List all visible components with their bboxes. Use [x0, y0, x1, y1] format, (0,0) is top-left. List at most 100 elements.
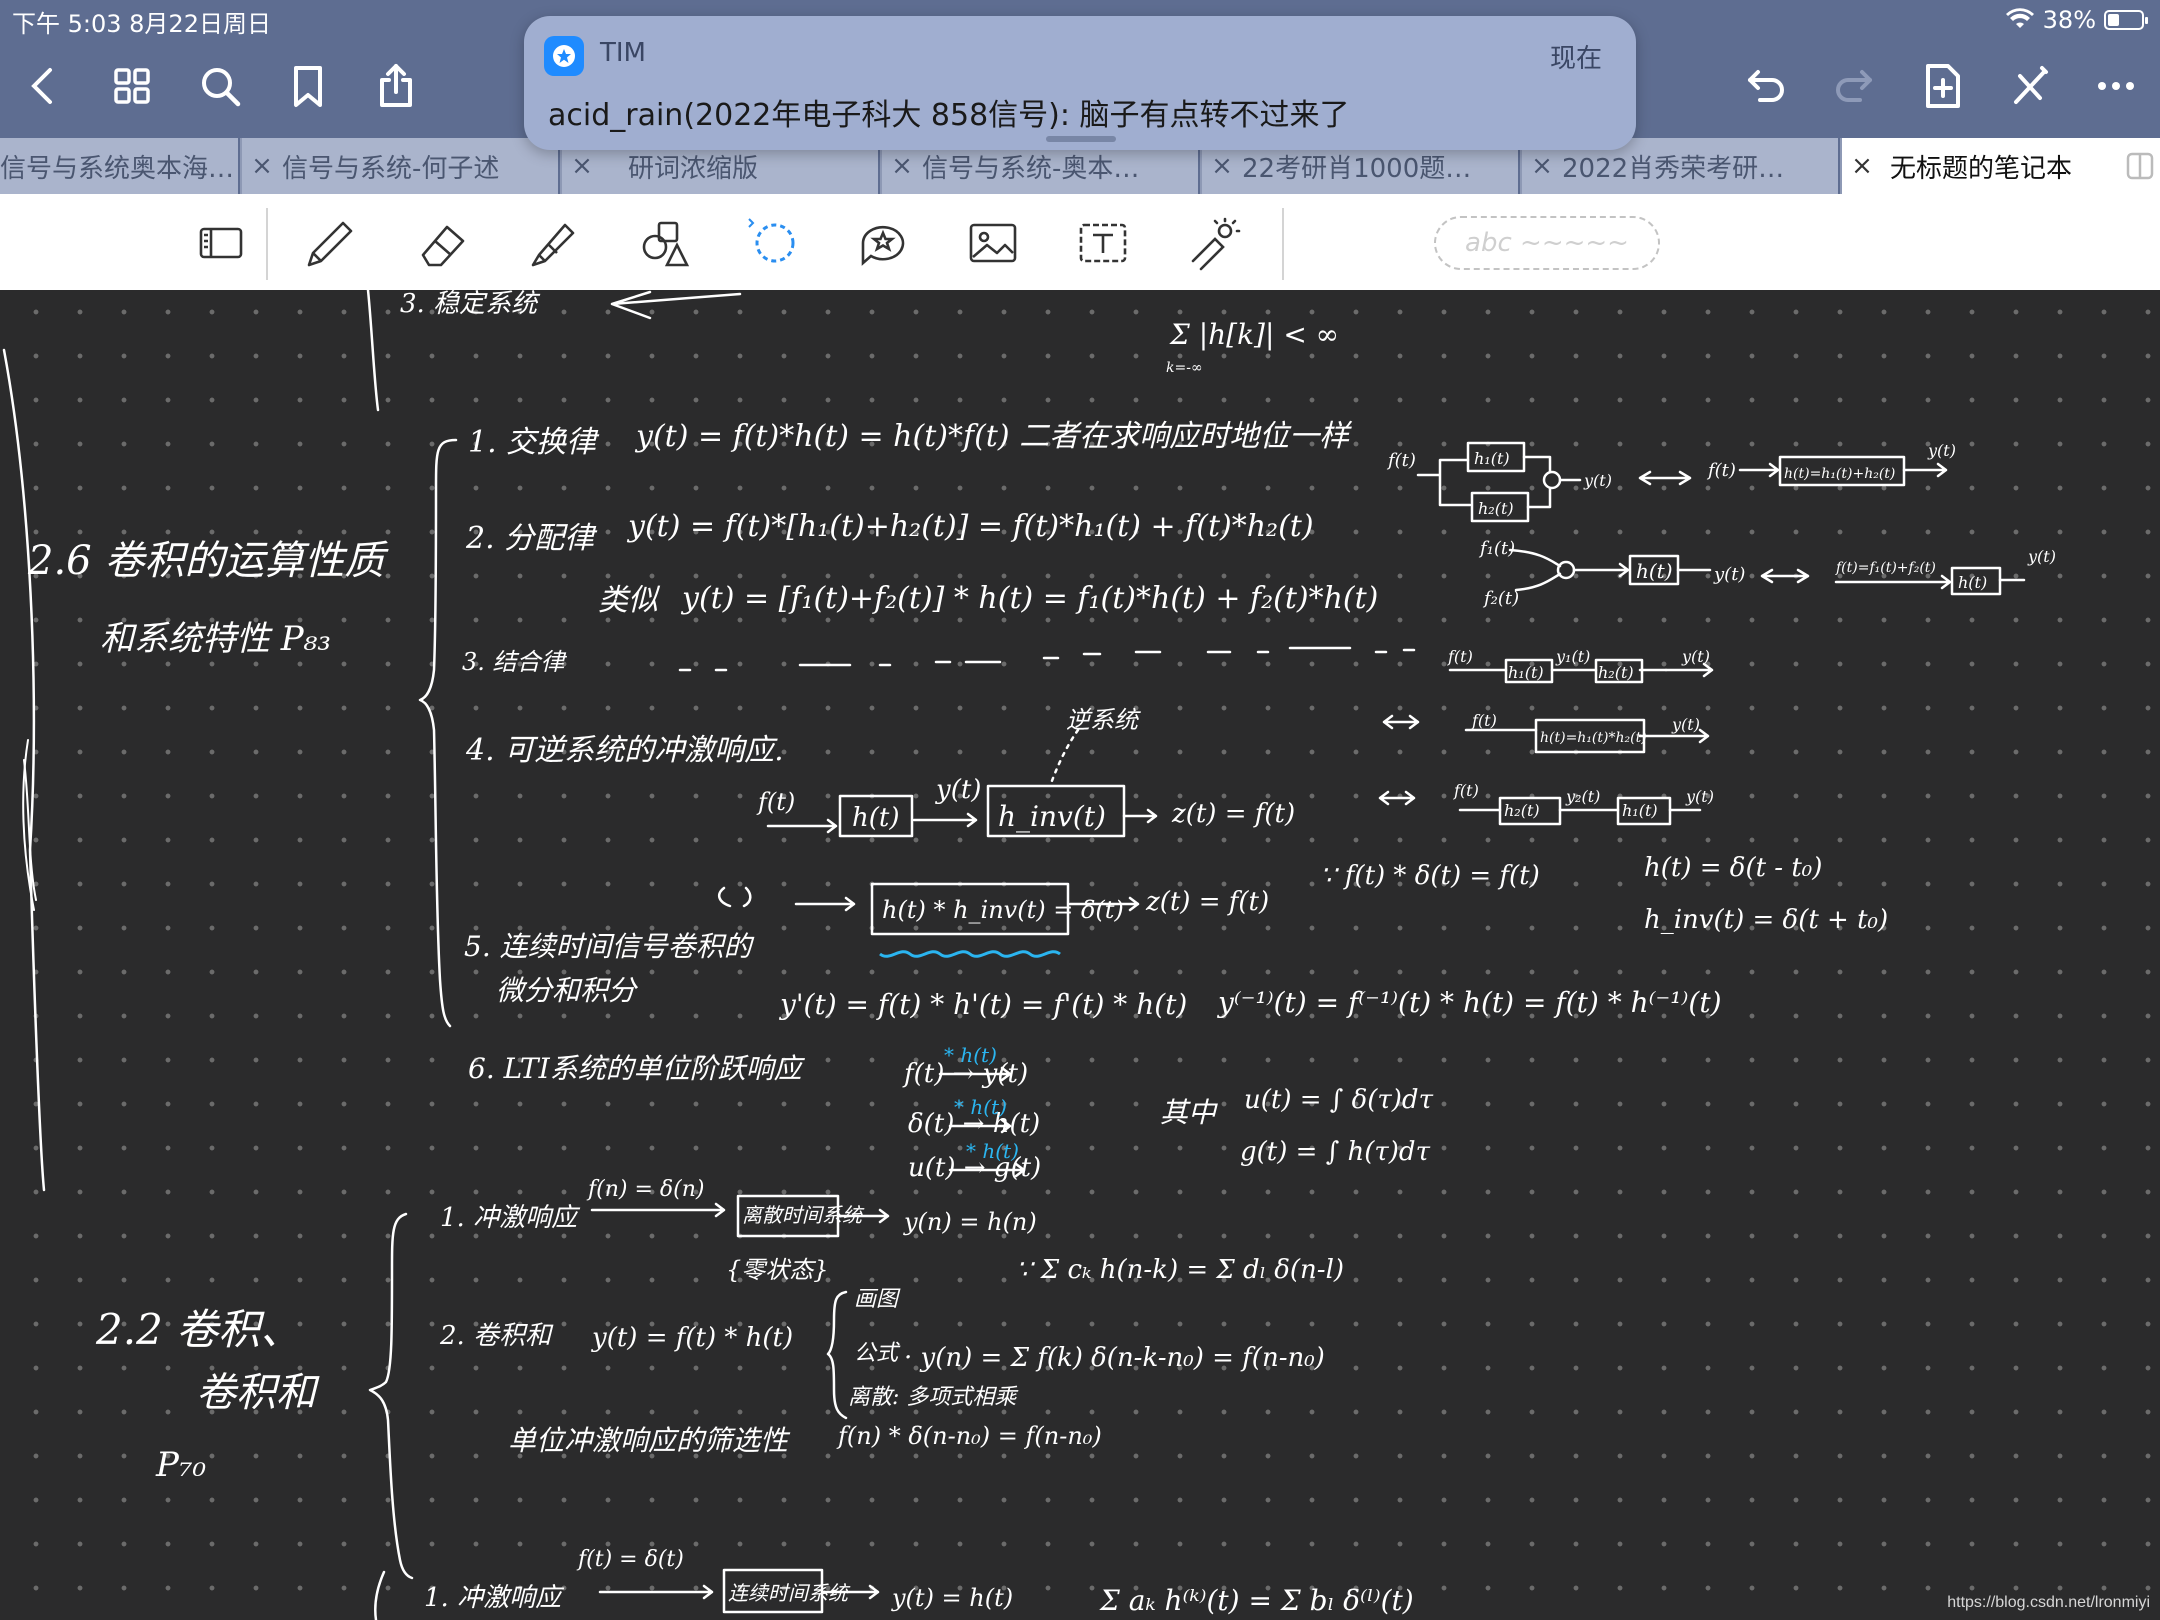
diagram-label: h₁(t): [1508, 663, 1544, 682]
split-view-icon[interactable]: [2120, 151, 2160, 181]
undo-icon[interactable]: [1738, 58, 1794, 114]
note-line: y(t) = h(t): [891, 1584, 1013, 1612]
tab-close-icon[interactable]: ×: [562, 151, 602, 181]
note-line: {零状态}: [726, 1256, 829, 1284]
note-line: 6. LTI系统的单位阶跃响应: [468, 1052, 806, 1085]
diagram-label: y(t): [1681, 647, 1710, 666]
text-icon[interactable]: [1070, 212, 1136, 274]
search-icon[interactable]: [192, 58, 248, 114]
diagram-label: h(t): [1636, 559, 1673, 583]
tab-close-icon[interactable]: ×: [1202, 151, 1242, 181]
close-toolbar-icon[interactable]: [2002, 58, 2058, 114]
diagram-label: f(t)=f₁(t)+f₂(t): [1835, 560, 1936, 576]
note-line: 公式: [854, 1341, 901, 1366]
tab-close-icon[interactable]: ×: [1842, 151, 1882, 181]
note-line: h_inv(t) = δ(t + t₀): [1644, 905, 1888, 935]
image-icon[interactable]: [960, 212, 1026, 274]
diagram-label: f(t): [1706, 460, 1736, 481]
note-line: y(n) = h(n): [903, 1208, 1037, 1236]
shapes-icon[interactable]: [632, 212, 698, 274]
diagram-label: y(t): [1671, 715, 1700, 734]
section-title-2-2: 2.2 卷积、: [95, 1305, 302, 1354]
note-line: 3. 稳定系统: [400, 290, 541, 319]
note-line: y(t) = [f₁(t)+f₂(t)] * h(t) = f₁(t)*h(t)…: [680, 581, 1378, 616]
notification-grabber[interactable]: [1046, 136, 1116, 142]
lasso-icon[interactable]: [740, 212, 806, 274]
note-line: z(t) = f(t): [1145, 887, 1269, 917]
back-icon[interactable]: [16, 58, 72, 114]
pen-icon[interactable]: [298, 212, 364, 274]
status-time-date: 下午 5:03 8月22日周日: [12, 10, 271, 38]
tab-close-icon[interactable]: ×: [1522, 151, 1562, 181]
notification-message: acid_rain(2022年电子科大 858信号): 脑子有点转不过来了: [548, 98, 1350, 133]
watermark: https://blog.csdn.net/lronmiyi: [1947, 1594, 2150, 1611]
section-subtitle-2-2: 卷积和: [196, 1370, 320, 1416]
diagram-label: f(t): [1386, 450, 1416, 471]
wifi-icon: [2005, 8, 2034, 28]
note-line: 离散: 多项式相乘: [848, 1385, 1019, 1410]
tab-1[interactable]: 信号与系统奥本海…: [0, 138, 238, 194]
laser-pointer-icon[interactable]: [1180, 212, 1246, 274]
redo-icon[interactable]: [1826, 58, 1882, 114]
diagram-label: y₁(t): [1555, 647, 1590, 666]
note-line: y'(t) = f(t) * h'(t) = f'(t) * h(t): [778, 988, 1187, 1021]
section-page-ref: P₇₀: [155, 1445, 207, 1485]
note-line: ∵ Σ cₖ h(n-k) = Σ dₗ δ(n-l): [1016, 1255, 1344, 1285]
add-page-icon[interactable]: [1914, 58, 1970, 114]
diagram-label: h(t)=h₁(t)*h₂(t): [1540, 730, 1647, 746]
sticker-icon[interactable]: [850, 212, 916, 274]
diagram-label: y(t): [1583, 471, 1612, 490]
note-line-cyan: * h(t): [954, 1095, 1007, 1119]
notification-app-name: TIM: [600, 38, 646, 68]
toolbar-divider: [266, 208, 268, 280]
eraser-icon[interactable]: [410, 212, 476, 274]
section-title-2-6: 2.6 卷积的运算性质: [27, 538, 389, 584]
note-line: f(n) = δ(n): [586, 1177, 704, 1202]
note-line: g(t) = ∫ h(τ)dτ: [1240, 1137, 1431, 1167]
diagram-label: y₂(t): [1565, 787, 1600, 806]
share-icon[interactable]: [368, 58, 424, 114]
highlighter-icon[interactable]: [520, 212, 586, 274]
grid-icon[interactable]: [104, 58, 160, 114]
note-line: 4. 可逆系统的冲激响应.: [465, 733, 784, 768]
note-line: y(t) = f(t)*h(t) = h(t)*f(t) 二者在求响应时地位一样: [634, 419, 1353, 454]
notification-time: 现在: [1549, 44, 1602, 74]
note-line: 1. 冲激响应: [424, 1583, 565, 1613]
tab-close-icon[interactable]: ×: [242, 151, 282, 181]
tab-2[interactable]: × 信号与系统-何子述: [240, 138, 558, 194]
note-line: 1. 冲激响应: [440, 1203, 581, 1233]
note-line: h(t) = δ(t - t₀): [1644, 853, 1822, 883]
diagram-label: f₂(t): [1482, 588, 1519, 609]
note-line: h(t) * h_inv(t) = δ(t): [882, 896, 1124, 924]
page-view-icon[interactable]: [188, 212, 254, 274]
note-line-cyan: * h(t): [966, 1139, 1019, 1163]
note-line: 其中: [1160, 1096, 1218, 1129]
diagram-label: h(t)=h₁(t)+h₂(t): [1784, 466, 1895, 482]
note-line: u(t) = ∫ δ(τ)dτ: [1244, 1085, 1434, 1115]
note-line: h(t): [852, 803, 899, 833]
note-canvas[interactable]: 3. 稳定系统 Σ |h[k]| < ∞ k=-∞ 1. 交换律 y(t) = …: [0, 290, 2160, 1620]
note-line: 3. 结合律: [462, 648, 568, 676]
diagram-label: h₁(t): [1622, 801, 1658, 820]
note-line: 单位冲激响应的筛选性: [508, 1424, 791, 1457]
section-subtitle-2-6: 和系统特性 P₈₃: [100, 619, 331, 659]
bookmark-icon[interactable]: [280, 58, 336, 114]
note-line: h_inv(t): [998, 800, 1106, 833]
note-line: z(t) = f(t): [1171, 799, 1295, 829]
note-line: · y(n) = Σ f(k) δ(n-k-n₀) = f(n-n₀): [904, 1343, 1325, 1373]
more-icon[interactable]: [2088, 58, 2144, 114]
diagram-label: h(t): [1958, 573, 1987, 592]
handwriting-search-field[interactable]: abc ~~~~~: [1434, 216, 1660, 270]
tab-active[interactable]: × 无标题的笔记本: [1840, 138, 2160, 194]
tab-close-icon[interactable]: ×: [882, 151, 922, 181]
note-line: ∵ f(t) * δ(t) = f(t): [1320, 861, 1540, 891]
diagram-label: h₂(t): [1598, 663, 1634, 682]
notification-banner[interactable]: TIM 现在 acid_rain(2022年电子科大 858信号): 脑子有点转…: [524, 16, 1636, 150]
diagram-label: y(t): [1713, 564, 1745, 585]
note-line: y⁽⁻¹⁾(t) = f⁽⁻¹⁾(t) * h(t) = f(t) * h⁽⁻¹…: [1216, 986, 1722, 1019]
note-line: 逆系统: [1066, 706, 1141, 734]
note-line-cyan: * h(t): [944, 1043, 997, 1067]
note-line: f(t) = δ(t): [576, 1547, 684, 1572]
note-line: f(n) * δ(n-n₀) = f(n-n₀): [836, 1422, 1102, 1450]
diagram-label: y(t): [1685, 787, 1714, 806]
